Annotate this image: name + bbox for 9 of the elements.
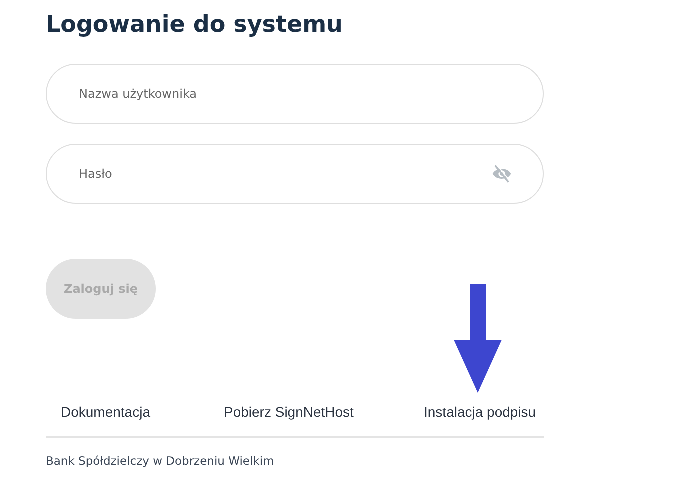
down-arrow-icon	[453, 284, 503, 394]
nav-link[interactable]: Instalacja podpisu	[424, 404, 536, 420]
page-title: Logowanie do systemu	[46, 11, 344, 40]
input-field[interactable]: Hasło	[46, 144, 544, 204]
nav-link[interactable]: Dokumentacja	[61, 404, 150, 420]
input-field[interactable]: Nazwa użytkownika	[46, 64, 544, 124]
eye-slash-icon[interactable]	[490, 164, 514, 184]
footer-text: Bank Spółdzielczy w Dobrzeniu Wielkim	[46, 454, 276, 468]
nav-link[interactable]: Pobierz SignNetHost	[224, 404, 354, 420]
